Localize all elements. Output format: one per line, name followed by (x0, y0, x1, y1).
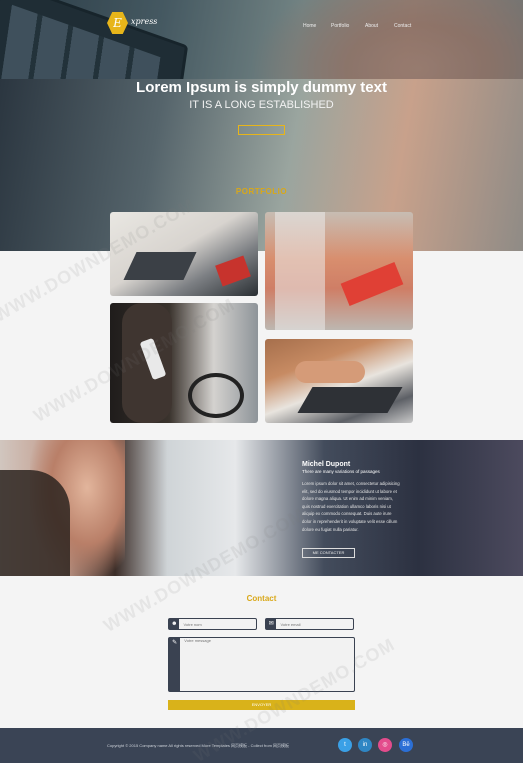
portfolio-image-notebook-writing[interactable] (265, 212, 413, 330)
email-input[interactable] (276, 619, 353, 629)
portfolio-title: PORTFOLIO (235, 187, 288, 196)
brand-logo-text[interactable]: xpress (131, 17, 157, 26)
name-input[interactable] (179, 619, 256, 629)
message-field[interactable]: ✎ (168, 637, 355, 692)
portfolio-image-phone-call[interactable] (110, 303, 258, 423)
about-contact-button[interactable]: ME CONTACTER (302, 548, 355, 558)
contact-title: Contact (246, 594, 277, 603)
name-field[interactable]: ☻ (168, 618, 257, 630)
twitter-icon[interactable]: t (338, 738, 352, 752)
nav-item-home[interactable]: Home (303, 23, 316, 29)
nav-item-portfolio[interactable]: Portfolio (331, 23, 349, 29)
envelope-icon: ✉ (266, 619, 277, 629)
dribbble-icon[interactable]: ◎ (378, 738, 392, 752)
nav-item-about[interactable]: About (365, 23, 378, 29)
pencil-icon: ✎ (169, 638, 181, 691)
about-text-block: Michel Dupont There are many variations … (302, 461, 402, 533)
submit-button[interactable]: ENVOYER (168, 700, 355, 710)
footer-copyright: Copyright © 2015 Company name All rights… (107, 743, 290, 748)
nav-item-contact[interactable]: Contact (394, 23, 411, 29)
about-section (0, 440, 523, 576)
hero-cta-button[interactable] (238, 125, 285, 135)
portfolio-image-typing[interactable] (265, 339, 413, 423)
about-name: Michel Dupont (302, 461, 351, 468)
about-body: Lorem ipsum dolor sit amet, consectetur … (302, 481, 400, 532)
behance-icon[interactable]: Bē (399, 738, 413, 752)
email-field[interactable]: ✉ (265, 618, 354, 630)
user-icon: ☻ (169, 619, 180, 629)
hero-subtitle: IT IS A LONG ESTABLISHED (189, 99, 334, 111)
message-input[interactable] (180, 638, 354, 691)
linkedin-icon[interactable]: in (358, 738, 372, 752)
about-role: There are many variations of passages (302, 469, 380, 474)
portfolio-image-laptop-desk[interactable] (110, 212, 258, 296)
